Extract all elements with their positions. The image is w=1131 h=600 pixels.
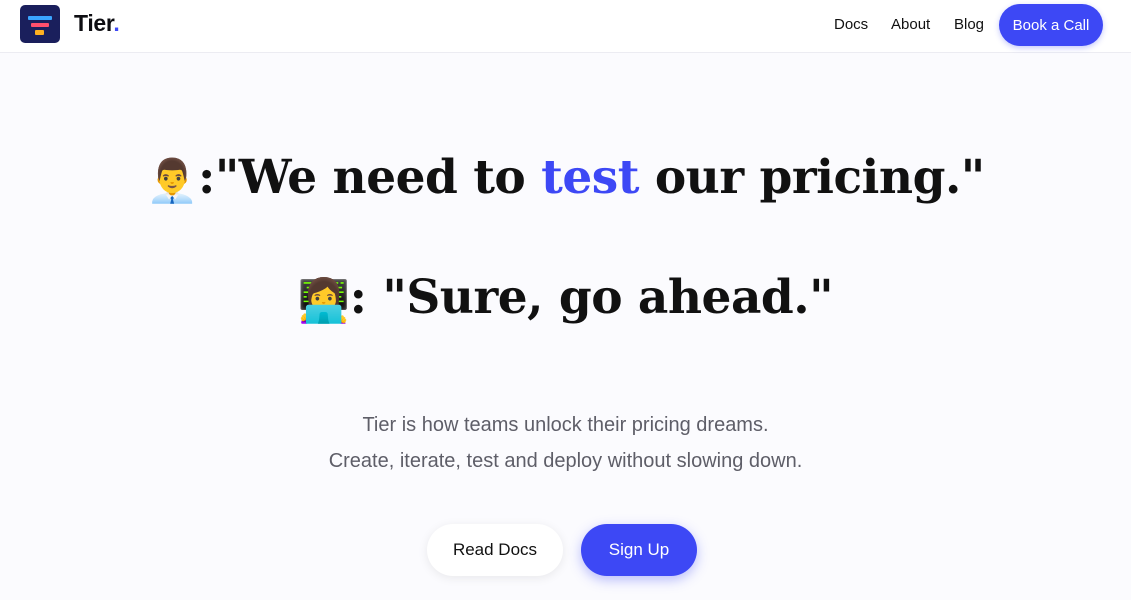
headline-2-text: : "Sure, go ahead." (349, 270, 834, 325)
sign-up-button[interactable]: Sign Up (581, 524, 697, 576)
headline-highlight-test: test (541, 150, 639, 205)
headline-1-prefix: :"We need to (197, 150, 542, 205)
nav-about-link[interactable]: About (891, 16, 930, 33)
nav-blog-link[interactable]: Blog (954, 16, 984, 33)
site-header: Tier. Docs About Blog Book a Call (0, 0, 1131, 53)
read-docs-button[interactable]: Read Docs (427, 524, 563, 576)
brand-text: Tier (74, 10, 114, 36)
technologist-emoji-icon: 👩‍💻 (297, 276, 350, 325)
brand-name[interactable]: Tier. (74, 10, 120, 37)
logo-bar-middle (31, 23, 49, 27)
hero-headline-line-1: 👨‍💼:"We need to test our pricing." (0, 150, 1131, 206)
tier-logo-icon[interactable] (20, 5, 60, 43)
hero-subtitle-line-1: Tier is how teams unlock their pricing d… (362, 414, 769, 436)
nav-docs-link[interactable]: Docs (834, 16, 868, 33)
hero-headline-line-2: 👩‍💻: "Sure, go ahead." (0, 270, 1131, 326)
logo-bar-bottom (35, 30, 44, 35)
headline-1-suffix: our pricing." (638, 150, 985, 205)
businessman-emoji-icon: 👨‍💼 (146, 156, 198, 205)
hero-subtitle-line-2: Create, iterate, test and deploy without… (328, 450, 803, 472)
brand-dot: . (113, 10, 120, 36)
logo-bar-top (28, 16, 52, 20)
book-a-call-button[interactable]: Book a Call (999, 4, 1103, 46)
